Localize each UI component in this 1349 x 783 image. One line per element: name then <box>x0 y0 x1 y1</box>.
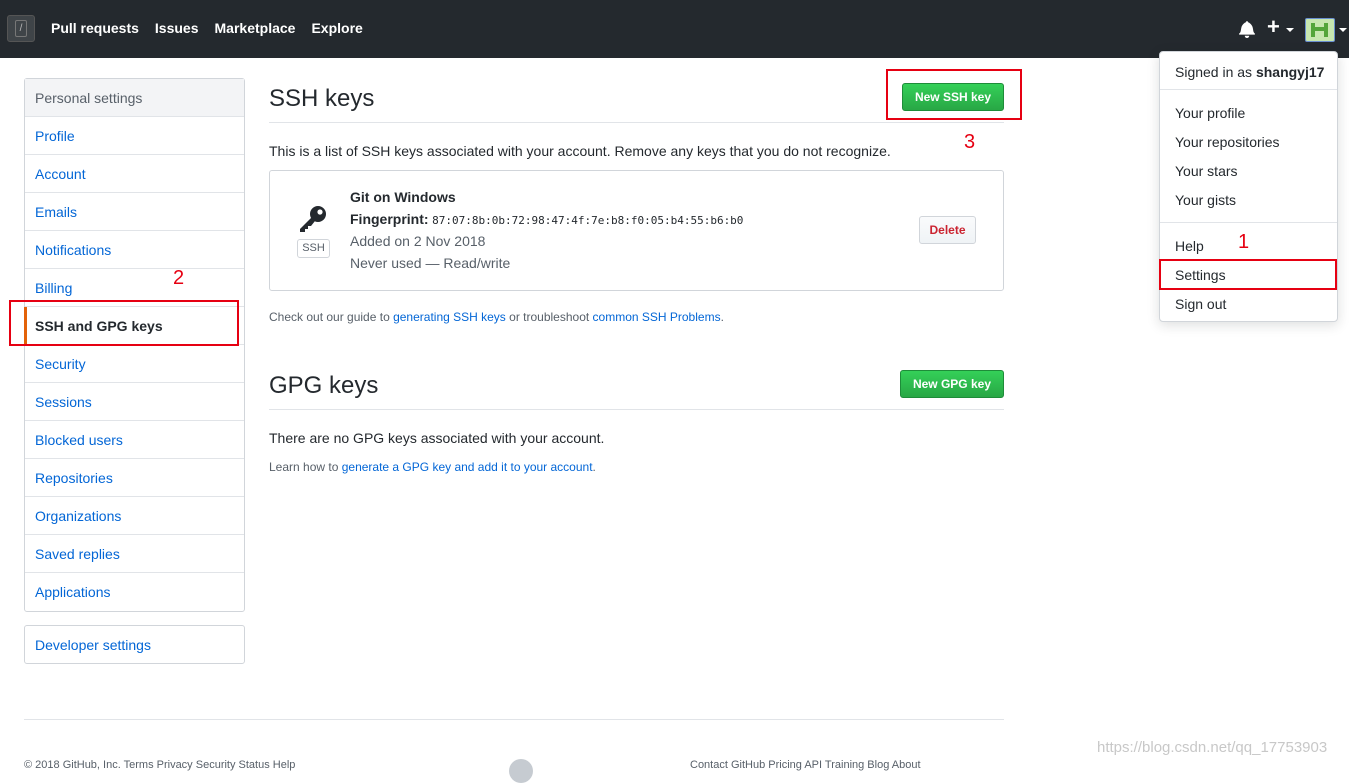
dropdown-divider <box>1160 89 1337 90</box>
footer-links-left[interactable]: © 2018 GitHub, Inc. Terms Privacy Securi… <box>24 759 295 771</box>
header-actions: + <box>1209 16 1349 42</box>
ssh-help-suffix: . <box>720 310 724 324</box>
watermark: https://blog.csdn.net/qq_17753903 <box>1097 739 1328 756</box>
ssh-tag: SSH <box>297 239 330 258</box>
ssh-help-prefix: Check out our guide to <box>269 310 394 324</box>
ssh-help-text: Check out our guide to generating SSH ke… <box>269 310 724 324</box>
menu-your-stars[interactable]: Your stars <box>1175 163 1238 179</box>
menu-sign-out[interactable]: Sign out <box>1175 296 1226 312</box>
nav-issues[interactable]: Issues <box>155 20 199 36</box>
sidebar-item-notifications[interactable]: Notifications <box>25 231 244 269</box>
annotation-box-settings <box>1159 259 1337 290</box>
gpg-empty-text: There are no GPG keys associated with yo… <box>269 430 605 446</box>
search-box[interactable]: / <box>7 15 35 42</box>
signed-in-prefix: Signed in as <box>1175 64 1256 80</box>
fingerprint-label: Fingerprint: <box>350 211 429 227</box>
plus-icon[interactable]: + <box>1267 16 1280 38</box>
annotation-number-3: 3 <box>964 131 976 153</box>
fingerprint-value: 87:07:8b:0b:72:98:47:4f:7e:b8:f0:05:b4:5… <box>432 214 744 227</box>
bell-icon[interactable] <box>1239 20 1255 38</box>
sidebar-heading: Personal settings <box>25 79 244 117</box>
github-logo-icon <box>509 759 533 783</box>
annotation-number-2: 2 <box>173 267 185 289</box>
annotation-box-ssh-gpg <box>9 300 239 346</box>
nav-marketplace[interactable]: Marketplace <box>215 20 296 36</box>
new-gpg-key-button[interactable]: New GPG key <box>899 370 1004 398</box>
menu-your-repositories[interactable]: Your repositories <box>1175 134 1280 150</box>
annotation-number-1: 1 <box>1238 231 1250 253</box>
menu-your-profile[interactable]: Your profile <box>1175 105 1245 121</box>
generate-gpg-key-link[interactable]: generate a GPG key and add it to your ac… <box>342 460 593 474</box>
menu-your-gists[interactable]: Your gists <box>1175 192 1236 208</box>
sidebar-item-account[interactable]: Account <box>25 155 244 193</box>
gpg-help-prefix: Learn how to <box>269 460 342 474</box>
sidebar-item-emails[interactable]: Emails <box>25 193 244 231</box>
avatar[interactable] <box>1305 18 1335 42</box>
sidebar-item-repositories[interactable]: Repositories <box>25 459 244 497</box>
key-icon <box>300 206 326 232</box>
menu-help[interactable]: Help <box>1175 238 1204 254</box>
generating-ssh-keys-link[interactable]: generating SSH keys <box>393 310 506 324</box>
ssh-divider <box>269 122 1004 123</box>
key-fingerprint: Fingerprint: 87:07:8b:0b:72:98:47:4f:7e:… <box>350 211 743 227</box>
search-shortcut-hint: / <box>15 20 27 37</box>
top-header: / Pull requests Issues Marketplace Explo… <box>0 0 1349 58</box>
username: shangyj17 <box>1255 64 1325 80</box>
sidebar-item-developer-settings[interactable]: Developer settings <box>24 625 245 664</box>
ssh-help-middle: or troubleshoot <box>505 310 593 324</box>
nav-explore[interactable]: Explore <box>311 20 362 36</box>
sidebar-item-applications[interactable]: Applications <box>25 573 244 611</box>
dropdown-divider <box>1160 222 1337 223</box>
chevron-down-icon <box>1339 28 1347 32</box>
key-title: Git on Windows <box>350 189 456 205</box>
footer-links-right[interactable]: Contact GitHub Pricing API Training Blog… <box>690 759 921 771</box>
gpg-help-suffix: . <box>592 460 596 474</box>
gpg-help-text: Learn how to generate a GPG key and add … <box>269 460 596 474</box>
footer-divider <box>24 719 1004 720</box>
ssh-intro-text: This is a list of SSH keys associated wi… <box>269 143 891 159</box>
gpg-keys-title: GPG keys <box>269 372 379 399</box>
chevron-down-icon <box>1286 28 1294 32</box>
nav-pull-requests[interactable]: Pull requests <box>51 20 139 36</box>
annotation-box-new-ssh-key <box>886 69 1022 120</box>
key-added-date: Added on 2 Nov 2018 <box>350 233 486 249</box>
key-usage: Never used — Read/write <box>350 255 511 271</box>
delete-key-button[interactable]: Delete <box>919 216 976 244</box>
header-nav: Pull requests Issues Marketplace Explore <box>51 20 379 36</box>
sidebar-item-saved-replies[interactable]: Saved replies <box>25 535 244 573</box>
sidebar-item-organizations[interactable]: Organizations <box>25 497 244 535</box>
gpg-divider <box>269 409 1004 410</box>
sidebar-item-sessions[interactable]: Sessions <box>25 383 244 421</box>
sidebar-item-profile[interactable]: Profile <box>25 117 244 155</box>
ssh-keys-title: SSH keys <box>269 85 375 112</box>
sidebar-item-security[interactable]: Security <box>25 345 244 383</box>
sidebar-item-blocked-users[interactable]: Blocked users <box>25 421 244 459</box>
common-ssh-problems-link[interactable]: common SSH Problems <box>593 310 721 324</box>
signed-in-as: Signed in as shangyj17 <box>1175 64 1324 80</box>
ssh-key-item: SSH Git on Windows Fingerprint: 87:07:8b… <box>269 170 1004 291</box>
